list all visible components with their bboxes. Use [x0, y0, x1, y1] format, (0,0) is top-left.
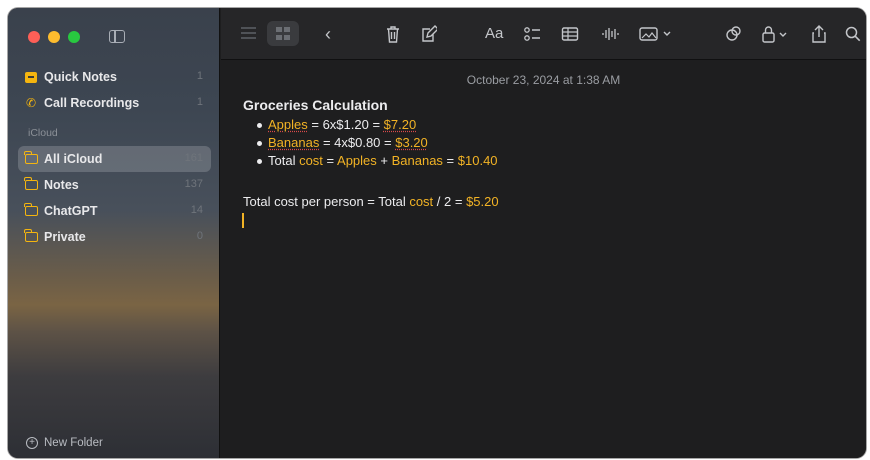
per-person-line: Total cost per person = Total cost / 2 =… — [243, 194, 499, 209]
sidebar-item-label: Call Recordings — [44, 96, 140, 110]
back-icon[interactable]: ‹ — [325, 25, 331, 43]
sidebar-item-label: All iCloud — [44, 152, 103, 166]
folder-icon — [24, 229, 38, 244]
collaborate-icon[interactable] — [724, 25, 744, 43]
lock-icon[interactable] — [761, 25, 791, 43]
note-count: 137 — [184, 178, 203, 190]
sidebar-item-all-icloud[interactable]: All iCloud 161 — [18, 146, 211, 172]
share-icon[interactable] — [811, 25, 827, 43]
sidebar-item-notes[interactable]: Notes 137 — [18, 172, 211, 198]
new-folder-label: New Folder — [44, 437, 103, 449]
list-view-icon[interactable] — [241, 27, 256, 39]
close-window-button[interactable] — [28, 31, 40, 43]
note-count: 14 — [190, 204, 203, 216]
note-count: 1 — [196, 96, 203, 108]
section-label-icloud: iCloud — [28, 127, 58, 139]
folder-icon — [24, 177, 38, 192]
trash-icon[interactable] — [386, 25, 400, 43]
list-item: Bananas = 4x$0.80 = $3.20 — [257, 134, 498, 152]
minimize-window-button[interactable] — [48, 31, 60, 43]
audio-icon[interactable] — [601, 25, 619, 43]
note-count: 0 — [196, 230, 203, 242]
note-editor: ‹ Aa October 23, 2024 at 1:38 AM Groceri… — [221, 8, 866, 458]
quick-notes-icon — [24, 70, 38, 84]
list-item: Apples = 6x$1.20 = $7.20 — [257, 116, 498, 134]
sidebar-item-chatgpt[interactable]: ChatGPT 14 — [18, 198, 211, 224]
text-cursor — [242, 213, 244, 228]
plus-circle-icon: + — [26, 437, 38, 449]
sidebar-item-call-recordings[interactable]: ✆ Call Recordings 1 — [18, 90, 211, 116]
format-text-icon[interactable]: Aa — [485, 25, 503, 43]
phone-icon: ✆ — [25, 96, 37, 110]
window-controls — [28, 31, 80, 43]
note-title: Groceries Calculation — [243, 97, 388, 113]
checklist-icon[interactable] — [523, 25, 541, 43]
sidebar: Quick Notes 1 ✆ Call Recordings 1 iCloud… — [8, 8, 220, 458]
toolbar: ‹ Aa — [221, 8, 866, 60]
sidebar-item-label: Notes — [44, 178, 79, 192]
note-count: 161 — [184, 152, 203, 164]
search-icon[interactable] — [845, 25, 861, 43]
sidebar-item-label: ChatGPT — [44, 204, 98, 218]
folder-list: Quick Notes 1 ✆ Call Recordings 1 iCloud… — [8, 64, 219, 250]
gallery-view-icon — [276, 27, 290, 40]
note-count: 1 — [196, 70, 203, 82]
sidebar-item-label: Private — [44, 230, 86, 244]
zoom-window-button[interactable] — [68, 31, 80, 43]
sidebar-item-label: Quick Notes — [44, 70, 117, 84]
gallery-view-button[interactable] — [267, 21, 299, 46]
media-icon[interactable] — [639, 25, 673, 43]
list-item: Total cost = Apples + Bananas = $10.40 — [257, 152, 498, 170]
notes-window: Quick Notes 1 ✆ Call Recordings 1 iCloud… — [8, 8, 866, 458]
new-folder-button[interactable]: + New Folder — [26, 437, 103, 449]
note-date: October 23, 2024 at 1:38 AM — [466, 73, 621, 87]
sidebar-toggle-icon[interactable] — [109, 30, 125, 43]
folder-icon — [24, 203, 38, 218]
table-icon[interactable] — [561, 25, 579, 43]
compose-icon[interactable] — [421, 25, 437, 43]
sidebar-item-private[interactable]: Private 0 — [18, 224, 211, 250]
calculation-list: Apples = 6x$1.20 = $7.20 Bananas = 4x$0.… — [257, 116, 498, 170]
folder-icon — [24, 151, 38, 166]
sidebar-item-quick-notes[interactable]: Quick Notes 1 — [18, 64, 211, 90]
note-body[interactable]: October 23, 2024 at 1:38 AM Groceries Ca… — [221, 61, 866, 458]
